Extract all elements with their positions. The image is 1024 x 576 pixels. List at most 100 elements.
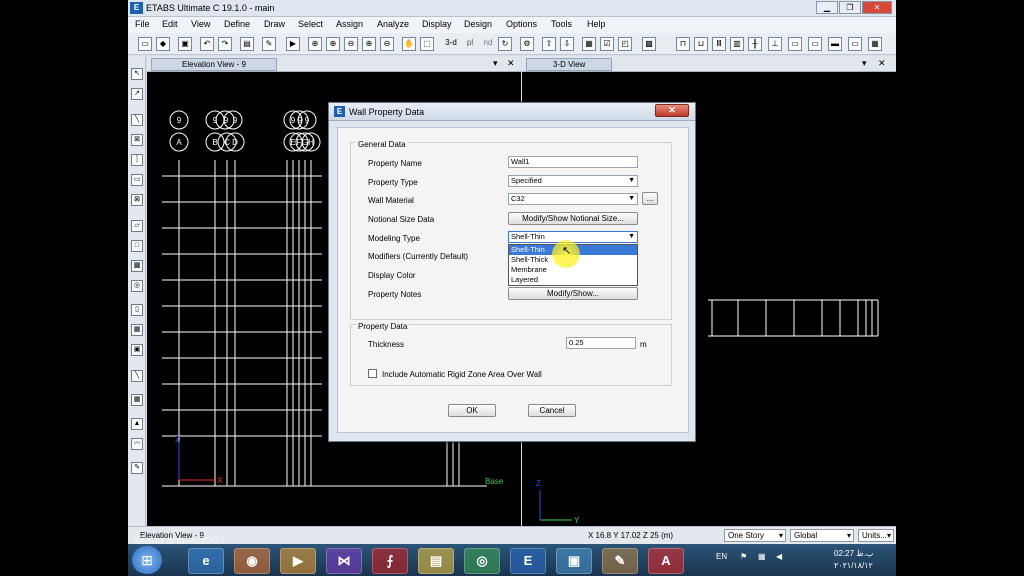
save-icon[interactable]: ▣ — [178, 37, 192, 51]
draw-beam-icon[interactable]: ▭ — [131, 174, 143, 186]
minimize-button[interactable]: ▁ — [816, 1, 838, 14]
menu-define[interactable]: Define — [224, 19, 250, 29]
pane-close-icon[interactable]: ✕ — [507, 58, 515, 69]
elevation-view-button[interactable]: nd — [480, 37, 496, 51]
ok-button[interactable]: OK — [448, 404, 496, 417]
menu-view[interactable]: View — [191, 19, 210, 29]
menu-assign[interactable]: Assign — [336, 19, 363, 29]
draw-grid-icon[interactable]: ▦ — [131, 394, 143, 406]
select-pointer-icon[interactable]: ↖ — [131, 68, 143, 80]
tab-elevation-view[interactable]: Elevation View - 9 — [151, 58, 277, 71]
draw-cross-brace-icon[interactable]: ⊠ — [131, 194, 143, 206]
acrobat-icon[interactable]: ⨍ — [372, 548, 408, 574]
menu-display[interactable]: Display — [422, 19, 452, 29]
firefox-icon[interactable]: ◉ — [234, 548, 270, 574]
pan-icon[interactable]: ✋ — [402, 37, 416, 51]
open-icon[interactable]: ◆ — [156, 37, 170, 51]
lock-icon[interactable]: ▤ — [240, 37, 254, 51]
units-button[interactable]: Units... — [858, 529, 894, 542]
chrome-icon[interactable]: ◎ — [464, 548, 500, 574]
move-down-icon[interactable]: ⇩ — [560, 37, 574, 51]
thickness-input[interactable]: 0.25 — [566, 337, 636, 349]
zoom-previous-icon[interactable]: ⊖ — [380, 37, 394, 51]
media-player-icon[interactable]: ▶ — [280, 548, 316, 574]
frame-icon[interactable]: ⊓ — [676, 37, 690, 51]
zoom-fit-icon[interactable]: ⊕ — [362, 37, 376, 51]
rigid-zone-checkbox[interactable] — [368, 369, 377, 378]
assign-icon-1[interactable]: ⊥ — [768, 37, 782, 51]
rotate-icon[interactable]: ↻ — [498, 37, 512, 51]
maximize-button[interactable]: ❐ — [839, 1, 861, 14]
zoom-out-icon[interactable]: ⊖ — [344, 37, 358, 51]
menu-draw[interactable]: Draw — [264, 19, 285, 29]
column-icon[interactable]: ╫ — [748, 37, 762, 51]
zoom-in-icon[interactable]: ⊕ — [326, 37, 340, 51]
brace-icon[interactable]: ⊔ — [694, 37, 708, 51]
plan-view-button[interactable]: pl — [462, 37, 478, 51]
clock-time[interactable]: 02:27 ب.ظ — [834, 549, 873, 558]
clock-date[interactable]: ۲۰۲۱/۱۸/۱۲ — [834, 561, 873, 570]
tab-3d-view[interactable]: 3-D View — [526, 58, 613, 71]
assign-icon-4[interactable]: ▬ — [828, 37, 842, 51]
reshape-icon[interactable]: ↗ — [131, 88, 143, 100]
option-layered[interactable]: Layered — [509, 275, 637, 285]
tray-network-icon[interactable]: ▦ — [758, 552, 766, 561]
extrude-icon[interactable]: ◰ — [618, 37, 632, 51]
draw-quick-area-icon[interactable]: ▩ — [131, 260, 143, 272]
menu-analyze[interactable]: Analyze — [377, 19, 409, 29]
menu-select[interactable]: Select — [298, 19, 323, 29]
draw-point-icon[interactable]: ▣ — [131, 344, 143, 356]
wall-material-more-button[interactable]: ... — [642, 192, 658, 205]
property-notes-button[interactable]: Modify/Show... — [508, 287, 638, 300]
draw-brace-icon[interactable]: ⊠ — [131, 134, 143, 146]
tray-flag-icon[interactable]: ⚑ — [740, 552, 747, 561]
close-window-button[interactable]: ✕ — [862, 1, 892, 14]
draw-rectangle-icon[interactable]: □ — [131, 240, 143, 252]
menu-tools[interactable]: Tools — [551, 19, 572, 29]
draw-section-cut-icon[interactable]: ✎ — [131, 462, 143, 474]
cancel-button[interactable]: Cancel — [528, 404, 576, 417]
notional-size-button[interactable]: Modify/Show Notional Size... — [508, 212, 638, 225]
menu-options[interactable]: Options — [506, 19, 537, 29]
option-membrane[interactable]: Membrane — [509, 265, 637, 275]
story-select[interactable]: One Story — [724, 529, 786, 542]
pointer-icon[interactable]: ⬚ — [420, 37, 434, 51]
property-type-select[interactable]: Specified ▼ — [508, 175, 638, 187]
view-options-icon[interactable]: ▩ — [642, 37, 656, 51]
assign-icon-3[interactable]: ▭ — [808, 37, 822, 51]
coord-system-select[interactable]: Global — [790, 529, 854, 542]
pane-dropdown-icon[interactable]: ▾ — [862, 58, 867, 69]
presentation-icon[interactable]: A — [648, 548, 684, 574]
draw-wall-icon[interactable]: ▯ — [131, 304, 143, 316]
move-up-icon[interactable]: ⇧ — [542, 37, 556, 51]
draw-wall-panel-icon[interactable]: ▦ — [131, 324, 143, 336]
dialog-close-button[interactable]: ✕ — [655, 104, 689, 117]
draw-line-icon[interactable]: ╲ — [131, 114, 143, 126]
draw-opening-icon[interactable]: ◎ — [131, 280, 143, 292]
assign-icon-2[interactable]: ▭ — [788, 37, 802, 51]
redo-icon[interactable]: ↷ — [218, 37, 232, 51]
visual-studio-icon[interactable]: ⋈ — [326, 548, 362, 574]
draw-area-icon[interactable]: ▱ — [131, 220, 143, 232]
tray-volume-icon[interactable]: ◀ — [776, 552, 782, 561]
photo-viewer-icon[interactable]: ▣ — [556, 548, 592, 574]
menu-design[interactable]: Design — [464, 19, 492, 29]
menu-file[interactable]: File — [135, 19, 150, 29]
assign-icon-6[interactable]: ▦ — [868, 37, 882, 51]
set-display-icon[interactable]: ⚙ — [520, 37, 534, 51]
explorer-icon[interactable]: ▤ — [418, 548, 454, 574]
pane-close-icon[interactable]: ✕ — [878, 58, 886, 69]
draw-link-icon[interactable]: ▲ — [131, 418, 143, 430]
new-model-icon[interactable]: ▭ — [138, 37, 152, 51]
language-indicator[interactable]: EN — [716, 552, 727, 561]
wall-material-select[interactable]: C32 ▼ — [508, 193, 638, 205]
ie-icon[interactable]: e — [188, 548, 224, 574]
pencil-icon[interactable]: ✎ — [262, 37, 276, 51]
draw-dimension-icon[interactable]: ╲ — [131, 370, 143, 382]
zoom-window-icon[interactable]: ⊕ — [308, 37, 322, 51]
object-shrink-icon[interactable]: ▦ — [582, 37, 596, 51]
wall-icon[interactable]: ▥ — [730, 37, 744, 51]
draw-spring-icon[interactable]: 〰 — [131, 438, 143, 450]
floor-icon[interactable]: Ⅲ — [712, 37, 726, 51]
assign-icon-5[interactable]: ▭ — [848, 37, 862, 51]
